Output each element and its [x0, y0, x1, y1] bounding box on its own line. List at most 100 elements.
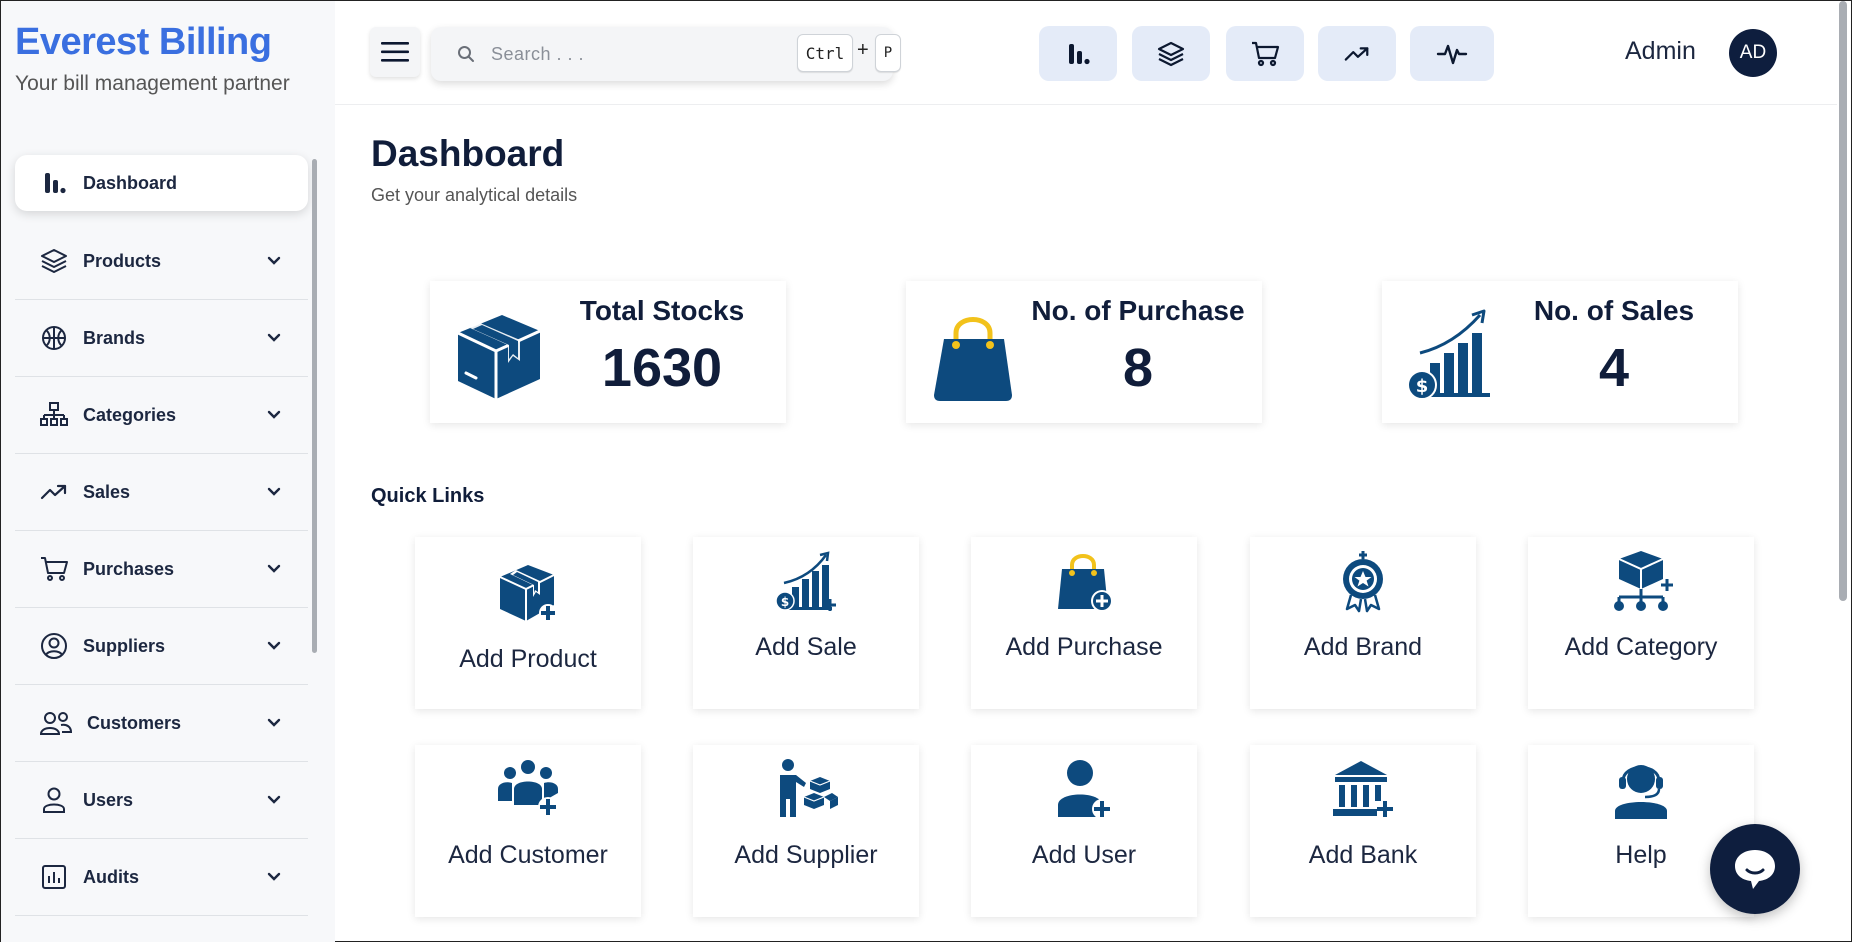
sidebar: Everest Billing Your bill management par…	[1, 1, 335, 942]
quick-link-label: Add Customer	[448, 841, 608, 869]
sidebar-item-categories[interactable]: Categories	[15, 377, 308, 454]
users-icon	[39, 708, 73, 738]
header-dashboard-button[interactable]	[1039, 26, 1117, 81]
layers-icon	[39, 246, 69, 276]
stat-card-total-stocks: Total Stocks 1630	[430, 281, 786, 423]
quick-link-add-brand[interactable]: Add Brand	[1250, 537, 1476, 709]
stat-card-purchases: No. of Purchase 8	[906, 281, 1262, 423]
add-bank-icon	[1331, 757, 1395, 827]
sidebar-item-label: Audits	[83, 866, 139, 887]
sidebar-item-label: Customers	[87, 712, 182, 733]
bar-chart-icon	[1063, 39, 1093, 69]
quick-link-label: Add Purchase	[1005, 633, 1163, 661]
user-icon	[39, 785, 69, 815]
search-icon	[457, 45, 475, 63]
sidebar-item-brands[interactable]: Brands	[15, 300, 308, 377]
search-placeholder: Search . . .	[491, 43, 585, 64]
chat-bubble-icon	[1731, 846, 1779, 892]
chevron-down-icon[interactable]	[266, 253, 282, 269]
chevron-down-icon[interactable]	[266, 792, 282, 808]
quick-link-add-purchase[interactable]: Add Purchase	[971, 537, 1197, 709]
shopping-bag-icon	[928, 303, 1020, 403]
chevron-down-icon[interactable]	[266, 330, 282, 346]
quick-link-label: Add Category	[1564, 633, 1718, 661]
sidebar-item-label: Dashboard	[83, 172, 178, 193]
cart-icon	[1249, 39, 1281, 69]
chat-widget-button[interactable]	[1710, 824, 1800, 914]
add-product-icon	[496, 559, 560, 629]
quick-link-add-user[interactable]: Add User	[971, 745, 1197, 917]
avatar[interactable]: AD	[1729, 29, 1777, 77]
box-icon	[452, 303, 544, 403]
sidebar-item-label: Suppliers	[83, 635, 166, 656]
shortcut-key-ctrl: Ctrl	[797, 34, 853, 72]
sidebar-scrollbar[interactable]	[312, 159, 317, 653]
page-subtitle: Get your analytical details	[371, 185, 578, 205]
shortcut-key-p: P	[875, 34, 901, 72]
brand-subtitle: Your bill management partner	[15, 72, 290, 95]
svg-text:$: $	[1416, 376, 1429, 397]
quick-link-label: Add Sale	[755, 633, 857, 661]
sidebar-item-label: Users	[83, 789, 134, 810]
quick-link-add-bank[interactable]: Add Bank	[1250, 745, 1476, 917]
sidebar-item-dashboard[interactable]: Dashboard	[15, 155, 308, 211]
stat-label: Total Stocks	[579, 295, 745, 326]
quick-link-label: Add Brand	[1303, 633, 1423, 661]
sidebar-item-products[interactable]: Products	[15, 223, 308, 300]
sidebar-item-purchases[interactable]: Purchases	[15, 531, 308, 608]
quick-link-label: Add User	[1031, 841, 1137, 869]
sidebar-item-label: Sales	[83, 481, 131, 502]
page-scrollbar[interactable]	[1839, 1, 1847, 601]
chevron-down-icon[interactable]	[266, 638, 282, 654]
sidebar-nav: Dashboard Products Brands Categories Sal…	[15, 155, 308, 916]
sidebar-item-sales[interactable]: Sales	[15, 454, 308, 531]
chevron-down-icon[interactable]	[266, 484, 282, 500]
quick-link-add-product[interactable]: Add Product	[415, 537, 641, 709]
add-brand-icon	[1331, 549, 1395, 619]
chevron-down-icon[interactable]	[266, 561, 282, 577]
cart-icon	[39, 554, 69, 584]
sales-growth-icon: $	[1404, 303, 1496, 403]
stat-value: 1630	[601, 338, 723, 398]
menu-toggle-button[interactable]	[370, 27, 420, 77]
quick-link-label: Add Supplier	[734, 841, 878, 869]
add-customer-icon	[496, 757, 560, 827]
layers-icon	[1155, 39, 1187, 69]
header-sales-button[interactable]	[1318, 26, 1396, 81]
chevron-down-icon[interactable]	[266, 715, 282, 731]
trend-up-icon	[1343, 40, 1371, 68]
header-activity-button[interactable]	[1410, 26, 1494, 81]
sidebar-item-audits[interactable]: Audits	[15, 839, 308, 916]
top-header: Search . . . Ctrl + P Admin AD	[335, 1, 1837, 105]
quick-link-add-customer[interactable]: Add Customer	[415, 745, 641, 917]
admin-name[interactable]: Admin	[1625, 37, 1696, 66]
brand: Everest Billing Your bill management par…	[15, 21, 290, 96]
sidebar-item-customers[interactable]: Customers	[15, 685, 308, 762]
search-input[interactable]: Search . . . Ctrl + P	[431, 27, 901, 81]
chevron-down-icon[interactable]	[266, 869, 282, 885]
quick-link-add-sale[interactable]: $ Add Sale	[693, 537, 919, 709]
help-headset-icon	[1609, 757, 1673, 827]
sidebar-item-label: Purchases	[83, 558, 175, 579]
sidebar-item-suppliers[interactable]: Suppliers	[15, 608, 308, 685]
quick-link-add-category[interactable]: Add Category	[1528, 537, 1754, 709]
audit-chart-icon	[39, 862, 69, 892]
stat-label: No. of Sales	[1533, 295, 1695, 326]
header-purchases-button[interactable]	[1226, 26, 1304, 81]
stat-card-sales: $ No. of Sales 4	[1382, 281, 1738, 423]
stat-label: No. of Purchase	[1031, 295, 1245, 326]
quick-link-label: Add Product	[459, 645, 597, 673]
sidebar-item-users[interactable]: Users	[15, 762, 308, 839]
sidebar-item-label: Brands	[83, 327, 146, 348]
trend-up-icon	[39, 477, 69, 507]
quick-link-add-supplier[interactable]: Add Supplier	[693, 745, 919, 917]
shortcut-plus: +	[857, 39, 869, 61]
chevron-down-icon[interactable]	[266, 407, 282, 423]
bar-chart-icon	[39, 168, 69, 198]
page-title: Dashboard	[371, 133, 565, 174]
brand-title[interactable]: Everest Billing	[15, 21, 290, 64]
header-products-button[interactable]	[1132, 26, 1210, 81]
add-category-icon	[1609, 549, 1673, 619]
quick-links-title: Quick Links	[371, 485, 485, 507]
svg-text:$: $	[781, 595, 789, 609]
